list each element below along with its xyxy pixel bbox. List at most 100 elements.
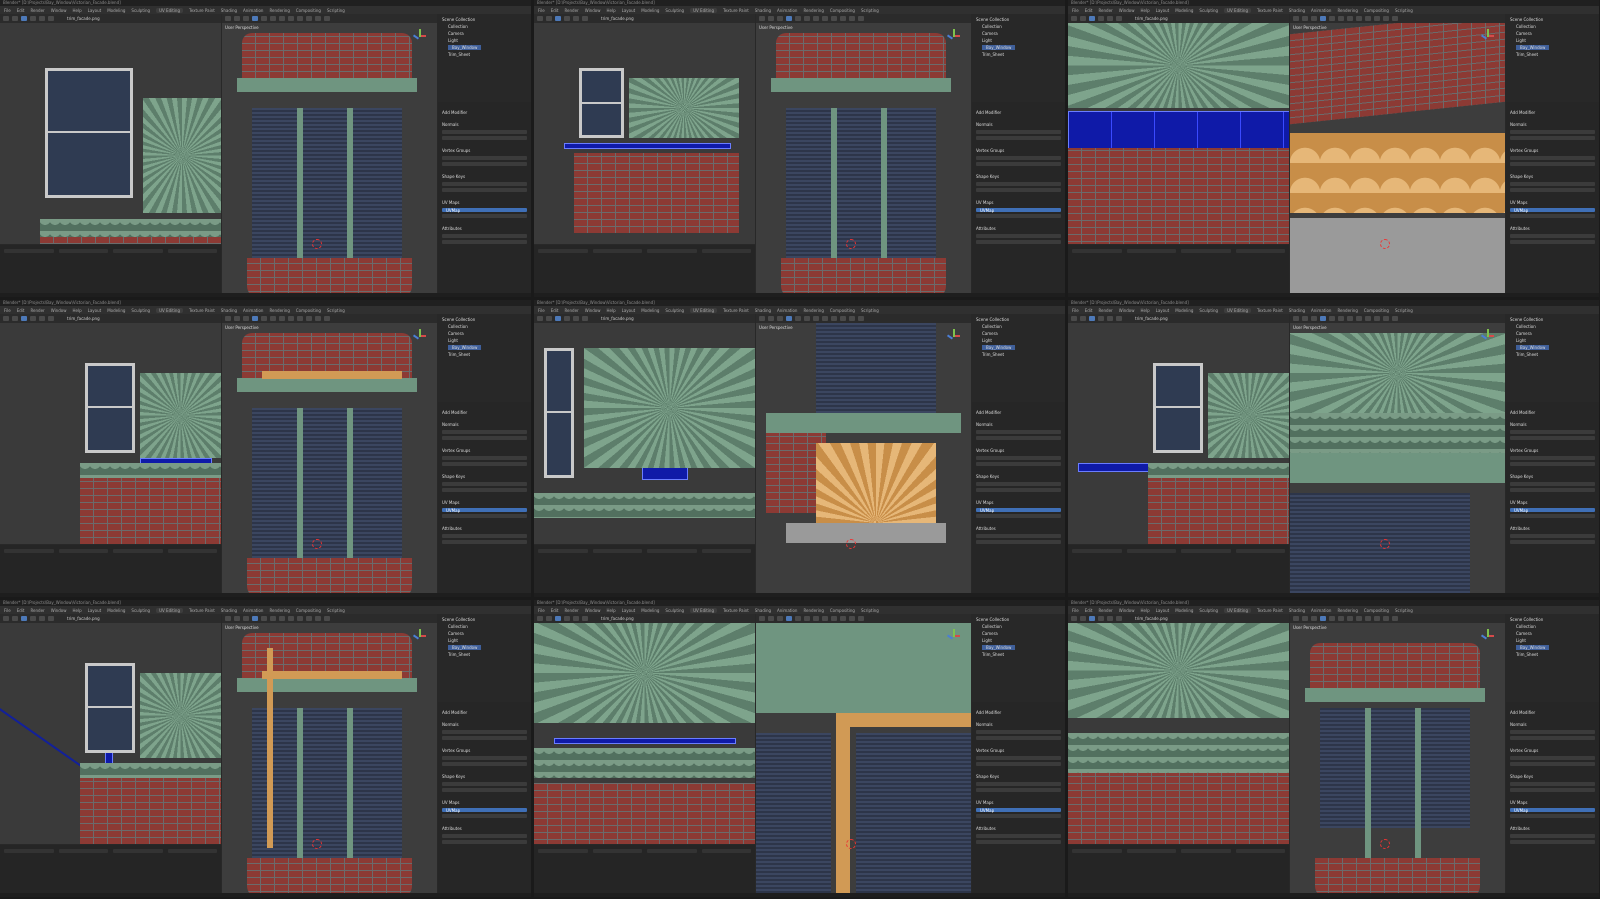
header-tool-icon[interactable]: [777, 316, 783, 321]
outliner-item[interactable]: Camera: [448, 331, 464, 336]
menu-item[interactable]: File: [538, 8, 545, 13]
properties-editor[interactable]: Scene Collection Collection Camera Light Bay…: [438, 314, 531, 593]
properties-field[interactable]: [442, 762, 527, 766]
panel-field[interactable]: [58, 249, 108, 253]
uv-tool-panel[interactable]: [534, 245, 755, 293]
workspace-tab[interactable]: Rendering: [269, 308, 289, 313]
header-tool-icon[interactable]: [768, 16, 774, 21]
uv-editor[interactable]: trim_facade.png: [534, 14, 755, 244]
outliner-item[interactable]: Trim_Sheet: [982, 352, 1004, 357]
menu-item[interactable]: Window: [51, 308, 67, 313]
properties-field[interactable]: [442, 162, 527, 166]
properties-field[interactable]: [976, 162, 1061, 166]
workspace-tab[interactable]: Sculpting: [665, 8, 684, 13]
workspace-tab[interactable]: Layout: [1156, 608, 1170, 613]
panel-field[interactable]: [4, 249, 54, 253]
properties-section[interactable]: Normals: [976, 422, 993, 427]
properties-field[interactable]: [442, 840, 527, 844]
workspace-tab[interactable]: Scripting: [1395, 308, 1413, 313]
panel-field[interactable]: [592, 849, 642, 853]
workspace-tab[interactable]: Layout: [622, 308, 636, 313]
outliner-item[interactable]: Collection: [1516, 24, 1536, 29]
workspace-tab[interactable]: Sculpting: [131, 608, 150, 613]
header-tool-icon[interactable]: [315, 616, 321, 621]
properties-section[interactable]: UV Maps: [442, 500, 459, 505]
properties-section[interactable]: Vertex Groups: [442, 748, 470, 753]
panel-field[interactable]: [1235, 849, 1285, 853]
header-tool-icon[interactable]: [573, 16, 579, 21]
workspace-tab[interactable]: Animation: [777, 308, 797, 313]
workspace-tab[interactable]: Texture Paint: [189, 608, 215, 613]
properties-field[interactable]: [1510, 482, 1595, 486]
header-tool-icon[interactable]: [777, 616, 783, 621]
workspace-tab[interactable]: Modeling: [1175, 608, 1193, 613]
header-tool-icon[interactable]: [48, 316, 54, 321]
menu-item[interactable]: File: [4, 308, 11, 313]
outliner[interactable]: Scene Collection Collection Camera Light Bay…: [972, 614, 1065, 702]
panel-field[interactable]: [1072, 249, 1122, 253]
outliner-item[interactable]: Trim_Sheet: [1516, 652, 1538, 657]
properties-field[interactable]: [1510, 136, 1595, 140]
properties-field[interactable]: [976, 130, 1061, 134]
outliner-item[interactable]: Trim_Sheet: [982, 52, 1004, 57]
outliner-item[interactable]: Light: [982, 38, 992, 43]
header-tool-icon[interactable]: [324, 616, 330, 621]
menu-item[interactable]: File: [4, 608, 11, 613]
header-tool-icon[interactable]: [1356, 316, 1362, 321]
header-tool-icon[interactable]: [555, 316, 561, 321]
header-tool-icon[interactable]: [582, 316, 588, 321]
header-tool-icon[interactable]: [306, 316, 312, 321]
properties-section[interactable]: UV Maps: [442, 800, 459, 805]
properties-field[interactable]: [442, 462, 527, 466]
header-tool-icon[interactable]: [768, 316, 774, 321]
properties-section[interactable]: Normals: [1510, 422, 1527, 427]
menu-item[interactable]: Window: [1119, 308, 1135, 313]
workspace-tab[interactable]: Modeling: [641, 8, 659, 13]
properties-field[interactable]: [1510, 736, 1595, 740]
properties-field[interactable]: [976, 182, 1061, 186]
header-tool-icon[interactable]: [12, 616, 18, 621]
workspace-tab[interactable]: Scripting: [861, 308, 879, 313]
navigation-gizmo[interactable]: [411, 628, 427, 644]
header-tool-icon[interactable]: [831, 316, 837, 321]
3d-viewport[interactable]: User Perspective: [222, 14, 437, 293]
workspace-tab[interactable]: Scripting: [861, 608, 879, 613]
header-tool-icon[interactable]: [225, 16, 231, 21]
properties-field[interactable]: [1510, 214, 1595, 218]
header-tool-icon[interactable]: [546, 16, 552, 21]
header-tool-icon[interactable]: [30, 316, 36, 321]
properties-section[interactable]: Attributes: [442, 226, 462, 231]
properties-section[interactable]: Shape Keys: [976, 174, 999, 179]
header-tool-icon[interactable]: [858, 616, 864, 621]
workspace-tab[interactable]: Shading: [221, 8, 237, 13]
properties-section[interactable]: Vertex Groups: [976, 148, 1004, 153]
workspace-tab[interactable]: Layout: [88, 608, 102, 613]
header-tool-icon[interactable]: [252, 616, 258, 621]
header-tool-icon[interactable]: [1392, 316, 1398, 321]
menu-item[interactable]: Render: [564, 608, 578, 613]
workspace-tab[interactable]: Compositing: [296, 8, 321, 13]
workspace-tab[interactable]: Sculpting: [665, 608, 684, 613]
header-tool-icon[interactable]: [48, 616, 54, 621]
outliner-item[interactable]: Collection: [982, 324, 1002, 329]
menu-item[interactable]: File: [4, 8, 11, 13]
workspace-tab[interactable]: Layout: [1156, 8, 1170, 13]
selected-uv-band[interactable]: [1068, 111, 1289, 149]
properties-field[interactable]: [1510, 234, 1595, 238]
panel-field[interactable]: [538, 249, 588, 253]
panel-field[interactable]: [701, 849, 751, 853]
workspace-tab[interactable]: Texture Paint: [1257, 8, 1283, 13]
menu-item[interactable]: Edit: [17, 8, 25, 13]
3d-viewport[interactable]: User Perspective: [222, 314, 437, 593]
header-tool-icon[interactable]: [3, 316, 9, 321]
header-tool-icon[interactable]: [1320, 616, 1326, 621]
header-tool-icon[interactable]: [786, 616, 792, 621]
menu-item[interactable]: Help: [72, 608, 81, 613]
menu-item[interactable]: File: [1072, 8, 1079, 13]
properties-field[interactable]: [976, 136, 1061, 140]
properties-field[interactable]: [976, 840, 1061, 844]
workspace-tab[interactable]: UV Editing: [690, 7, 717, 13]
header-tool-icon[interactable]: [21, 616, 27, 621]
panel-field[interactable]: [1181, 849, 1231, 853]
outliner-item[interactable]: Trim_Sheet: [982, 652, 1004, 657]
